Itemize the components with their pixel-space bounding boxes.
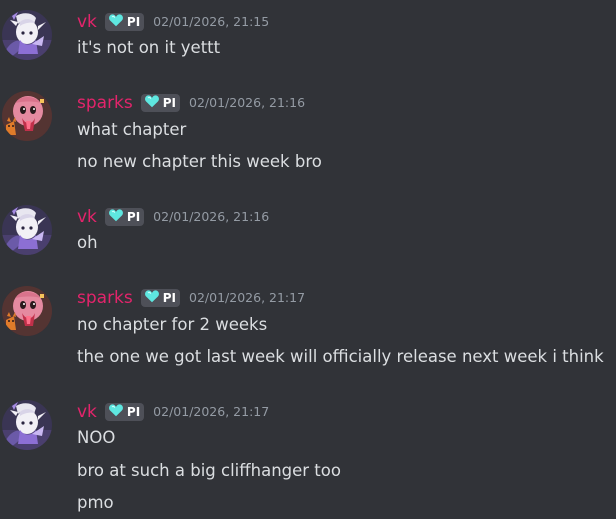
heart-icon <box>108 402 124 422</box>
role-tag-label: PI <box>162 291 177 305</box>
role-tag[interactable]: PI <box>104 402 145 422</box>
username[interactable]: vk <box>77 400 97 424</box>
role-tag-label: PI <box>126 15 141 29</box>
message-header: vk PI 02/01/2026, 21:17 <box>77 400 269 424</box>
message-text: no new chapter this week bro <box>77 152 322 171</box>
message-text: oh <box>77 233 98 252</box>
message-text: the one we got last week will officially… <box>77 347 604 366</box>
role-tag-label: PI <box>126 210 141 224</box>
heart-icon <box>144 288 160 308</box>
message-text: no chapter for 2 weeks <box>77 315 268 334</box>
username[interactable]: vk <box>77 205 97 229</box>
message-text: bro at such a big cliffhanger too <box>77 461 341 480</box>
role-tag-label: PI <box>162 96 177 110</box>
timestamp: 02/01/2026, 21:17 <box>153 404 270 419</box>
message-text: it's not on it yettt <box>77 38 221 57</box>
message-header: sparks PI 02/01/2026, 21:16 <box>77 91 305 115</box>
avatar[interactable] <box>2 91 52 141</box>
avatar[interactable] <box>2 400 52 450</box>
message-header: vk PI 02/01/2026, 21:15 <box>77 10 269 34</box>
heart-icon <box>108 207 124 227</box>
timestamp: 02/01/2026, 21:17 <box>189 290 306 305</box>
role-tag[interactable]: PI <box>104 207 145 227</box>
message-header: vk PI 02/01/2026, 21:16 <box>77 205 269 229</box>
username[interactable]: vk <box>77 10 97 34</box>
role-tag[interactable]: PI <box>140 93 181 113</box>
avatar[interactable] <box>2 205 52 255</box>
chat-message-list: vk PI 02/01/2026, 21:15 it's not on it y… <box>0 0 616 519</box>
timestamp: 02/01/2026, 21:16 <box>153 209 270 224</box>
role-tag-label: PI <box>126 405 141 419</box>
avatar[interactable] <box>2 286 52 336</box>
username[interactable]: sparks <box>77 91 133 115</box>
heart-icon <box>144 93 160 113</box>
message-header: sparks PI 02/01/2026, 21:17 <box>77 286 305 310</box>
timestamp: 02/01/2026, 21:16 <box>189 95 306 110</box>
role-tag[interactable]: PI <box>140 288 181 308</box>
message-text: pmo <box>77 493 114 512</box>
message-text: what chapter <box>77 120 187 139</box>
timestamp: 02/01/2026, 21:15 <box>153 14 270 29</box>
message-text: NOO <box>77 428 116 447</box>
role-tag[interactable]: PI <box>104 12 145 32</box>
avatar[interactable] <box>2 10 52 60</box>
heart-icon <box>108 12 124 32</box>
username[interactable]: sparks <box>77 286 133 310</box>
